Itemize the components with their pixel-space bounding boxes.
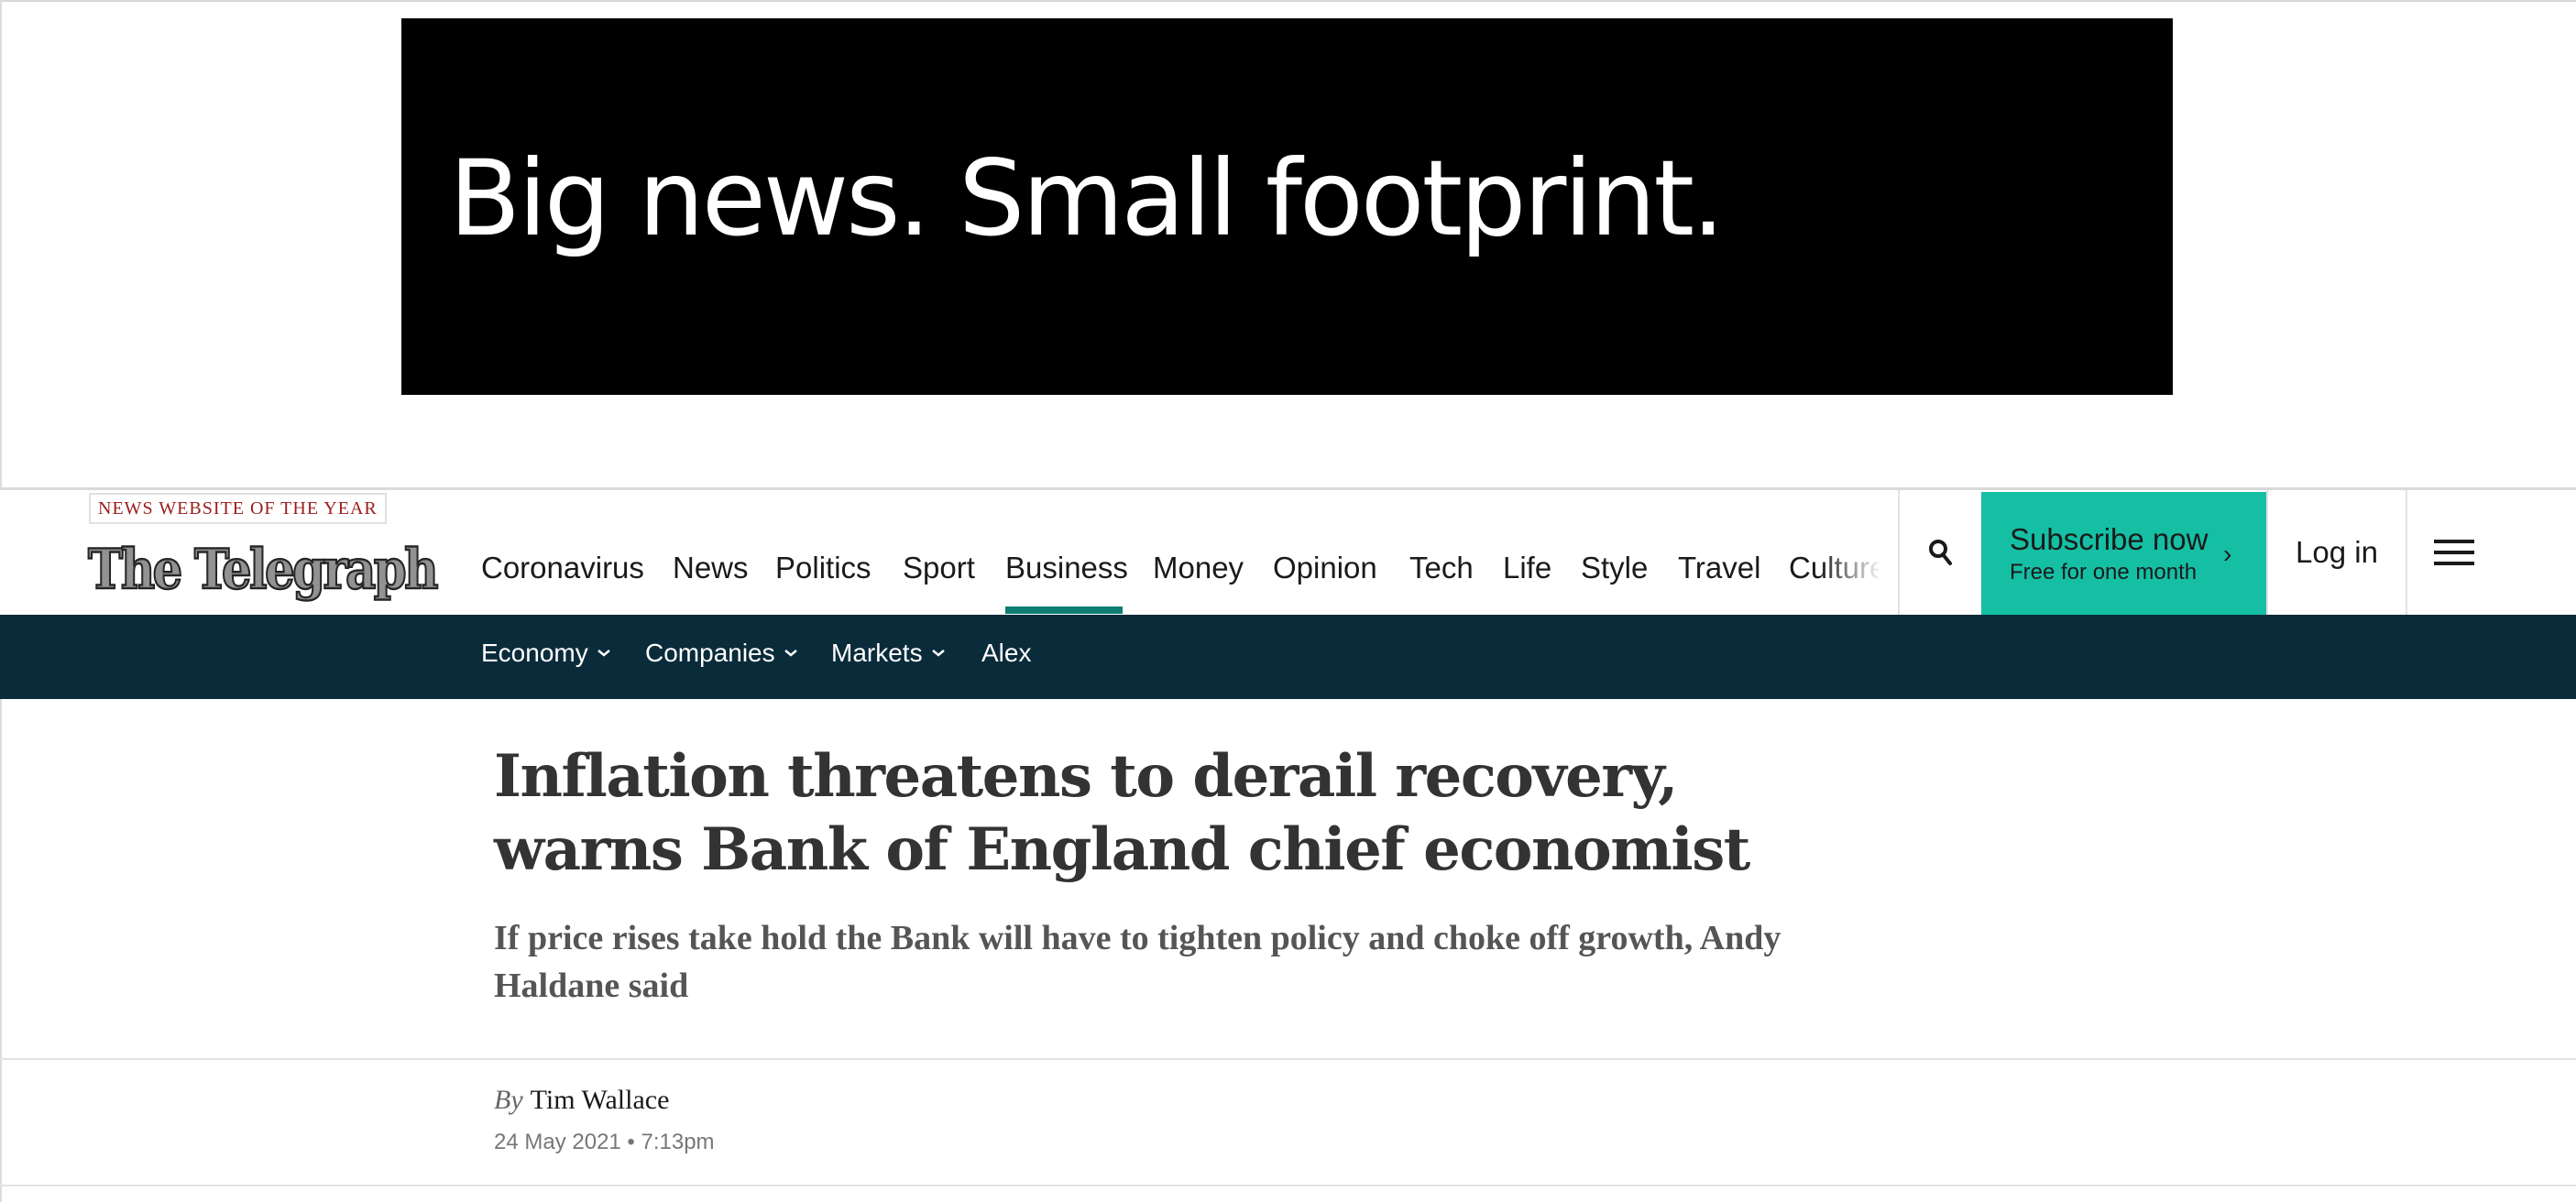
nav-item-news[interactable]: News bbox=[673, 551, 749, 585]
subnav-item-companies[interactable]: Companies bbox=[645, 639, 799, 668]
hamburger-menu-icon bbox=[2433, 540, 2474, 565]
advert-banner[interactable]: Big news. Small footprint. bbox=[401, 18, 2173, 395]
active-nav-underline bbox=[1005, 606, 1123, 614]
nav-item-money[interactable]: Money bbox=[1153, 551, 1244, 585]
nav-overflow-fade bbox=[1819, 490, 1898, 615]
article-headline: Inflation threatens to derail recovery, … bbox=[494, 742, 1750, 884]
main-nav: Coronavirus News Politics Sport Business… bbox=[481, 490, 1879, 615]
nav-item-opinion[interactable]: Opinion bbox=[1273, 551, 1377, 585]
nav-item-sport[interactable]: Sport bbox=[903, 551, 975, 585]
nav-item-politics[interactable]: Politics bbox=[775, 551, 871, 585]
subscribe-sublabel: Free for one month bbox=[2010, 560, 2198, 585]
menu-button[interactable] bbox=[2406, 490, 2501, 615]
subnav-item-label: Companies bbox=[645, 639, 775, 667]
subscribe-button[interactable]: Subscribe now Free for one month › bbox=[1981, 492, 2266, 615]
logo-text-shade: The Telegraph bbox=[88, 538, 438, 602]
chevron-down-icon bbox=[784, 650, 797, 657]
subscribe-label: Subscribe now bbox=[2010, 522, 2209, 556]
award-badge: NEWS WEBSITE OF THE YEAR bbox=[89, 493, 387, 524]
subnav-item-label: Economy bbox=[481, 639, 588, 667]
search-icon bbox=[1929, 540, 1952, 565]
article-standfirst: If price rises take hold the Bank will h… bbox=[494, 919, 1781, 1005]
byline-separator-bottom bbox=[0, 1185, 2576, 1186]
chevron-down-icon bbox=[931, 650, 945, 657]
chevron-down-icon bbox=[597, 650, 610, 657]
subnav-item-alex[interactable]: Alex bbox=[981, 639, 1031, 668]
advert-headline: Big news. Small footprint. bbox=[449, 137, 1725, 259]
nav-item-tech[interactable]: Tech bbox=[1409, 551, 1474, 585]
window-top-border bbox=[0, 0, 2576, 2]
subnav-item-economy[interactable]: Economy bbox=[481, 639, 612, 668]
nav-item-coronavirus[interactable]: Coronavirus bbox=[481, 551, 644, 585]
section-subnav: Economy Companies Markets Alex bbox=[0, 615, 2576, 699]
nav-item-life[interactable]: Life bbox=[1503, 551, 1551, 585]
nav-item-style[interactable]: Style bbox=[1581, 551, 1648, 585]
login-button[interactable]: Log in bbox=[2268, 490, 2406, 615]
subnav-item-label: Markets bbox=[831, 639, 923, 667]
chevron-right-icon: › bbox=[2223, 540, 2232, 568]
byline-separator-top bbox=[0, 1058, 2576, 1060]
subnav-item-label: Alex bbox=[981, 639, 1032, 667]
nav-item-business[interactable]: Business bbox=[1005, 551, 1128, 585]
author-link[interactable]: Tim Wallace bbox=[531, 1085, 670, 1115]
telegraph-logo[interactable]: The Telegraph The Telegraph bbox=[86, 535, 440, 605]
article-byline: By Tim Wallace bbox=[494, 1085, 669, 1116]
telegraph-logo-mark: The Telegraph The Telegraph bbox=[87, 537, 440, 603]
nav-item-travel[interactable]: Travel bbox=[1678, 551, 1760, 585]
subnav-item-markets[interactable]: Markets bbox=[831, 639, 947, 668]
article-dateline: 24 May 2021 • 7:13pm bbox=[494, 1130, 715, 1154]
byline-prefix: By bbox=[494, 1085, 523, 1115]
search-button[interactable] bbox=[1900, 490, 1982, 615]
